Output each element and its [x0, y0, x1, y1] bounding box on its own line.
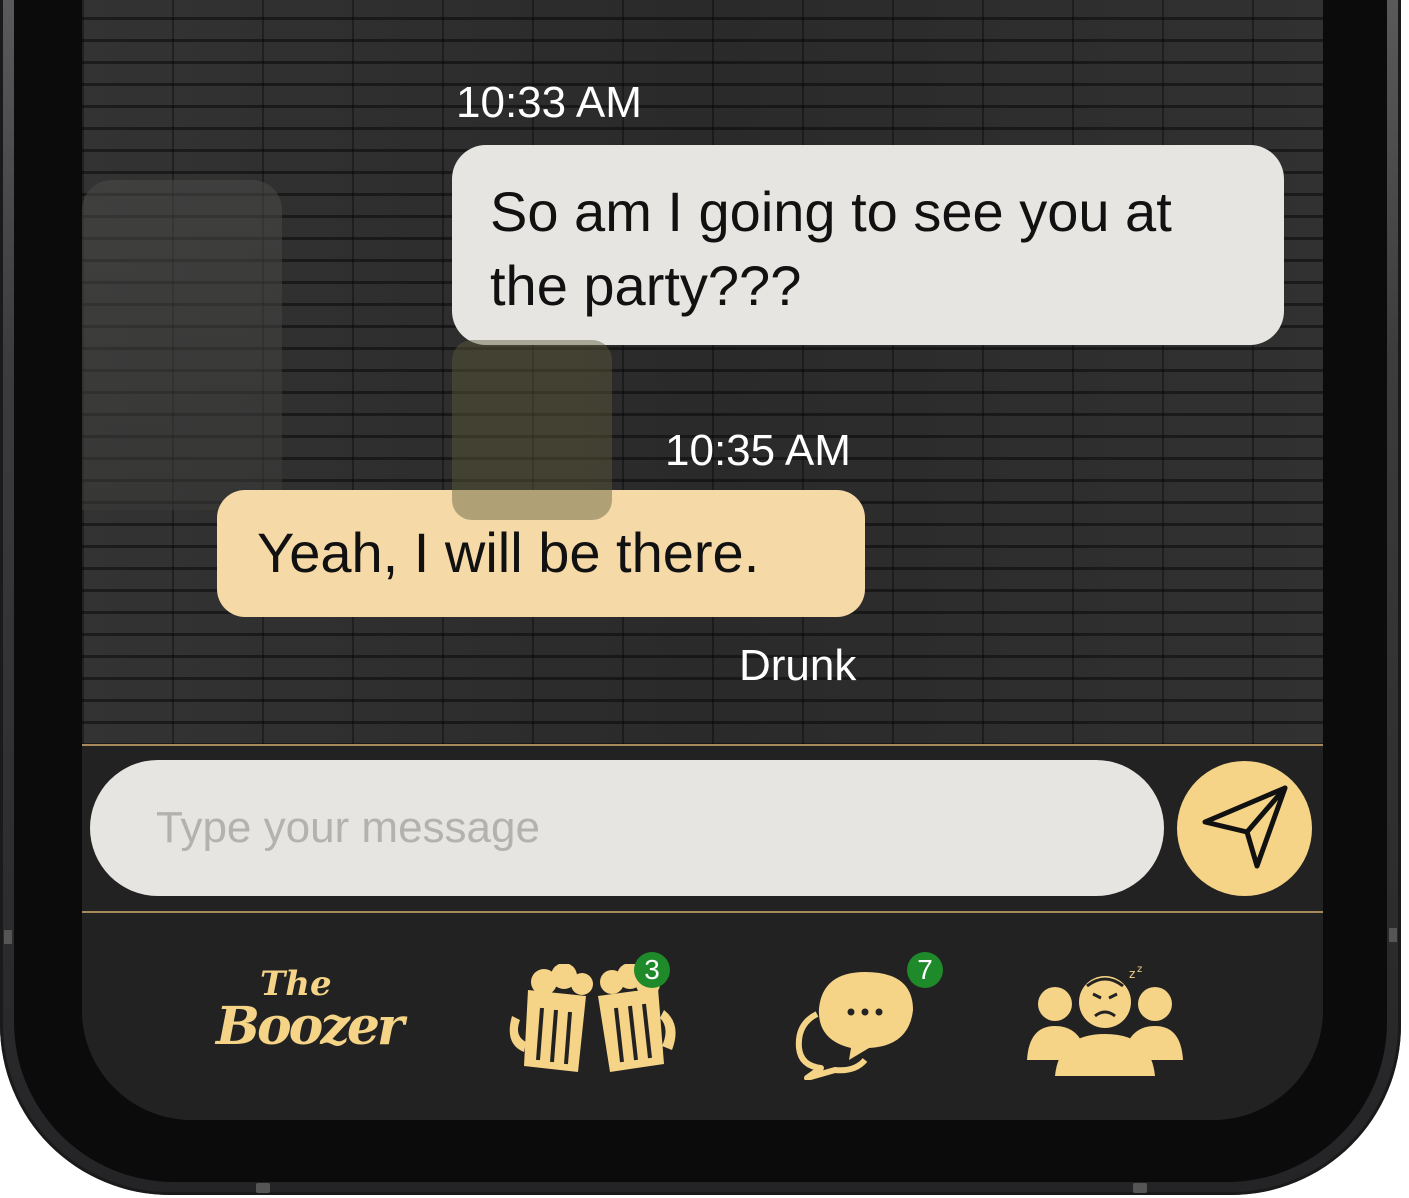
- tab-home[interactable]: The Boozer: [212, 964, 404, 1084]
- tabbar-top-divider: [82, 911, 1323, 913]
- sender-name: Drunk: [739, 641, 857, 690]
- side-button-left: [4, 930, 12, 944]
- composer-top-divider: [82, 744, 1323, 746]
- side-button-right: [1389, 928, 1397, 942]
- app-screen: 10:33 AM So am I going to see you at the…: [82, 0, 1323, 1120]
- tab-cheers[interactable]: 3: [502, 952, 682, 1084]
- paper-plane-icon: [1197, 778, 1293, 879]
- speaker-grille-right: [1133, 1183, 1147, 1193]
- message-timestamp: 10:35 AM: [665, 426, 851, 475]
- received-message-bubble[interactable]: Yeah, I will be there.: [217, 490, 865, 617]
- tab-messages[interactable]: 7: [795, 952, 945, 1084]
- messages-badge: 7: [907, 952, 943, 988]
- tab-friends[interactable]: z z: [1025, 964, 1185, 1084]
- cheers-badge: 3: [634, 952, 670, 988]
- svg-text:z: z: [1137, 964, 1142, 975]
- message-input-container[interactable]: [90, 760, 1164, 896]
- bottom-tab-bar: The Boozer 3 7 z z: [82, 914, 1323, 1120]
- sent-message-bubble[interactable]: So am I going to see you at the party???: [452, 145, 1284, 345]
- chat-background[interactable]: 10:33 AM So am I going to see you at the…: [82, 0, 1323, 745]
- the-boozer-logo: The Boozer: [212, 964, 404, 1084]
- logo-text-boozer: Boozer: [216, 996, 404, 1057]
- send-button[interactable]: [1177, 761, 1312, 896]
- svg-text:z: z: [1129, 967, 1135, 981]
- message-timestamp: 10:33 AM: [456, 78, 642, 127]
- message-composer: [82, 747, 1323, 912]
- message-input[interactable]: [154, 802, 1164, 854]
- speaker-grille-left: [256, 1183, 270, 1193]
